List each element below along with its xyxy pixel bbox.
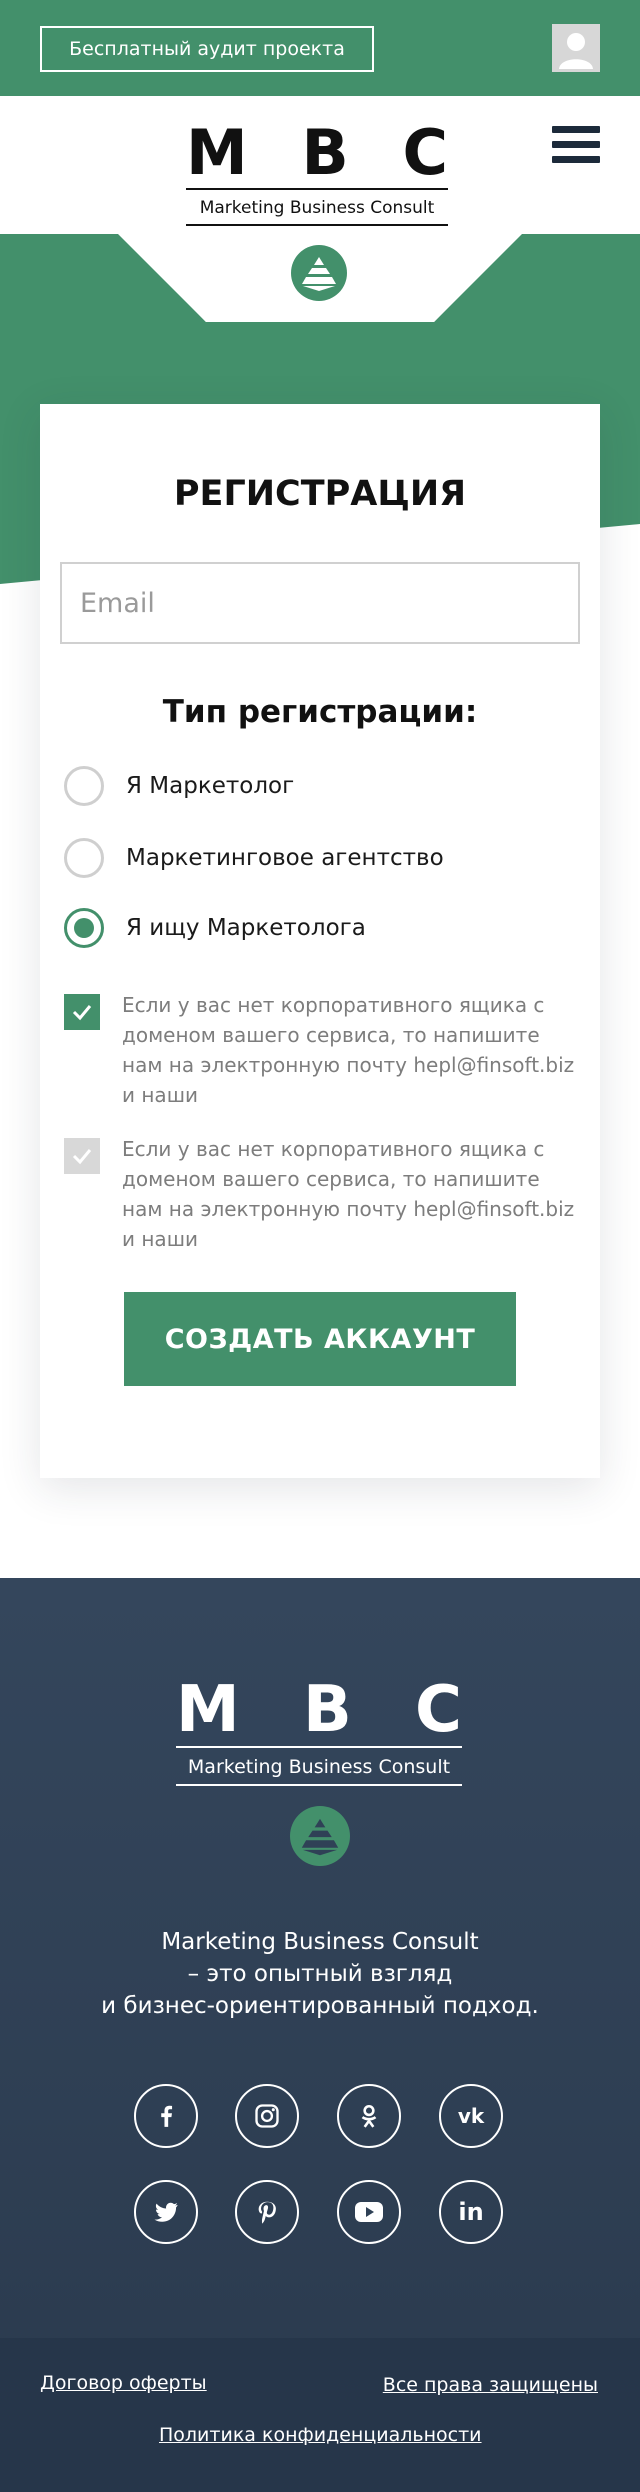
logo-letter-c: C	[402, 116, 448, 189]
pyramid-icon	[290, 1806, 350, 1866]
youtube-icon[interactable]	[337, 2180, 401, 2244]
radio-looking-for-marketer[interactable]: Я ищу Маркетолога	[64, 908, 366, 948]
pyramid-icon	[291, 245, 347, 301]
logo-subtitle: Marketing Business Consult	[199, 198, 435, 218]
checkmark-icon	[72, 1149, 92, 1165]
logo-letters: M B C	[186, 118, 448, 188]
logo-letter-m: M	[186, 116, 248, 189]
logo-letter-m: M	[176, 1673, 240, 1747]
user-avatar-icon[interactable]	[552, 24, 600, 72]
footer-description-line: Marketing Business Consult	[161, 1929, 479, 1955]
checkmark-icon	[72, 1005, 92, 1021]
pinterest-icon[interactable]	[235, 2180, 299, 2244]
registration-type-heading: Тип регистрации:	[162, 694, 478, 730]
radio-button[interactable]	[64, 838, 104, 878]
site-footer: M B C Marketing Business Consult Marketi…	[0, 1578, 640, 2338]
facebook-icon[interactable]	[134, 2084, 198, 2148]
footer-description-line: – это опытный взгляд	[187, 1961, 453, 1987]
footer-logo[interactable]: M B C Marketing Business Consult	[176, 1674, 462, 1786]
site-logo[interactable]: M B C Marketing Business Consult	[186, 118, 448, 226]
page-title: РЕГИСТРАЦИЯ	[173, 474, 467, 514]
vk-icon[interactable]: vk	[439, 2084, 503, 2148]
logo-subtitle: Marketing Business Consult	[187, 1756, 451, 1778]
consent-checkbox-row-1[interactable]: Если у вас нет корпоративного ящика с до…	[64, 990, 584, 1110]
radio-button-selected[interactable]	[64, 908, 104, 948]
top-bar: Бесплатный аудит проекта	[0, 0, 640, 96]
instagram-icon[interactable]	[235, 2084, 299, 2148]
radio-label: Я Маркетолог	[126, 773, 295, 799]
radio-agency[interactable]: Маркетинговое агентство	[64, 838, 444, 878]
radio-marketer[interactable]: Я Маркетолог	[64, 766, 294, 806]
checkbox-disabled[interactable]	[64, 1138, 100, 1174]
twitter-icon[interactable]	[134, 2180, 198, 2244]
checkbox-checked[interactable]	[64, 994, 100, 1030]
radio-button[interactable]	[64, 766, 104, 806]
offer-agreement-link[interactable]: Договор оферты	[40, 2372, 207, 2394]
registration-card: РЕГИСТРАЦИЯ Тип регистрации: Я Маркетоло…	[40, 404, 600, 1478]
create-account-button[interactable]: СОЗДАТЬ АККАУНТ	[124, 1292, 516, 1386]
logo-divider-bottom	[186, 224, 448, 226]
footer-description: Marketing Business Consult – это опытный…	[0, 1926, 640, 2022]
logo-letters: M B C	[176, 1674, 462, 1746]
free-audit-button[interactable]: Бесплатный аудит проекта	[40, 26, 374, 72]
email-field[interactable]	[60, 562, 580, 644]
hamburger-menu-icon[interactable]	[552, 126, 600, 170]
footer-bottom-bar: Договор оферты Все права защищены Полити…	[0, 2338, 640, 2492]
consent-text: Если у вас нет корпоративного ящика с до…	[122, 1137, 575, 1251]
consent-checkbox-row-2[interactable]: Если у вас нет корпоративного ящика с до…	[64, 1134, 584, 1254]
logo-letter-b: B	[302, 1673, 352, 1747]
radio-label: Маркетинговое агентство	[126, 845, 444, 871]
logo-letter-b: B	[301, 116, 349, 189]
logo-letter-c: C	[415, 1673, 462, 1747]
all-rights-link[interactable]: Все права защищены	[383, 2374, 598, 2396]
privacy-policy-link[interactable]: Политика конфиденциальности	[159, 2424, 482, 2446]
footer-description-line: и бизнес-ориентированный подход.	[101, 1993, 539, 2019]
radio-label: Я ищу Маркетолога	[126, 915, 366, 941]
logo-divider-bottom	[176, 1784, 462, 1786]
linkedin-icon[interactable]: in	[439, 2180, 503, 2244]
consent-text: Если у вас нет корпоративного ящика с до…	[122, 993, 575, 1107]
odnoklassniki-icon[interactable]	[337, 2084, 401, 2148]
